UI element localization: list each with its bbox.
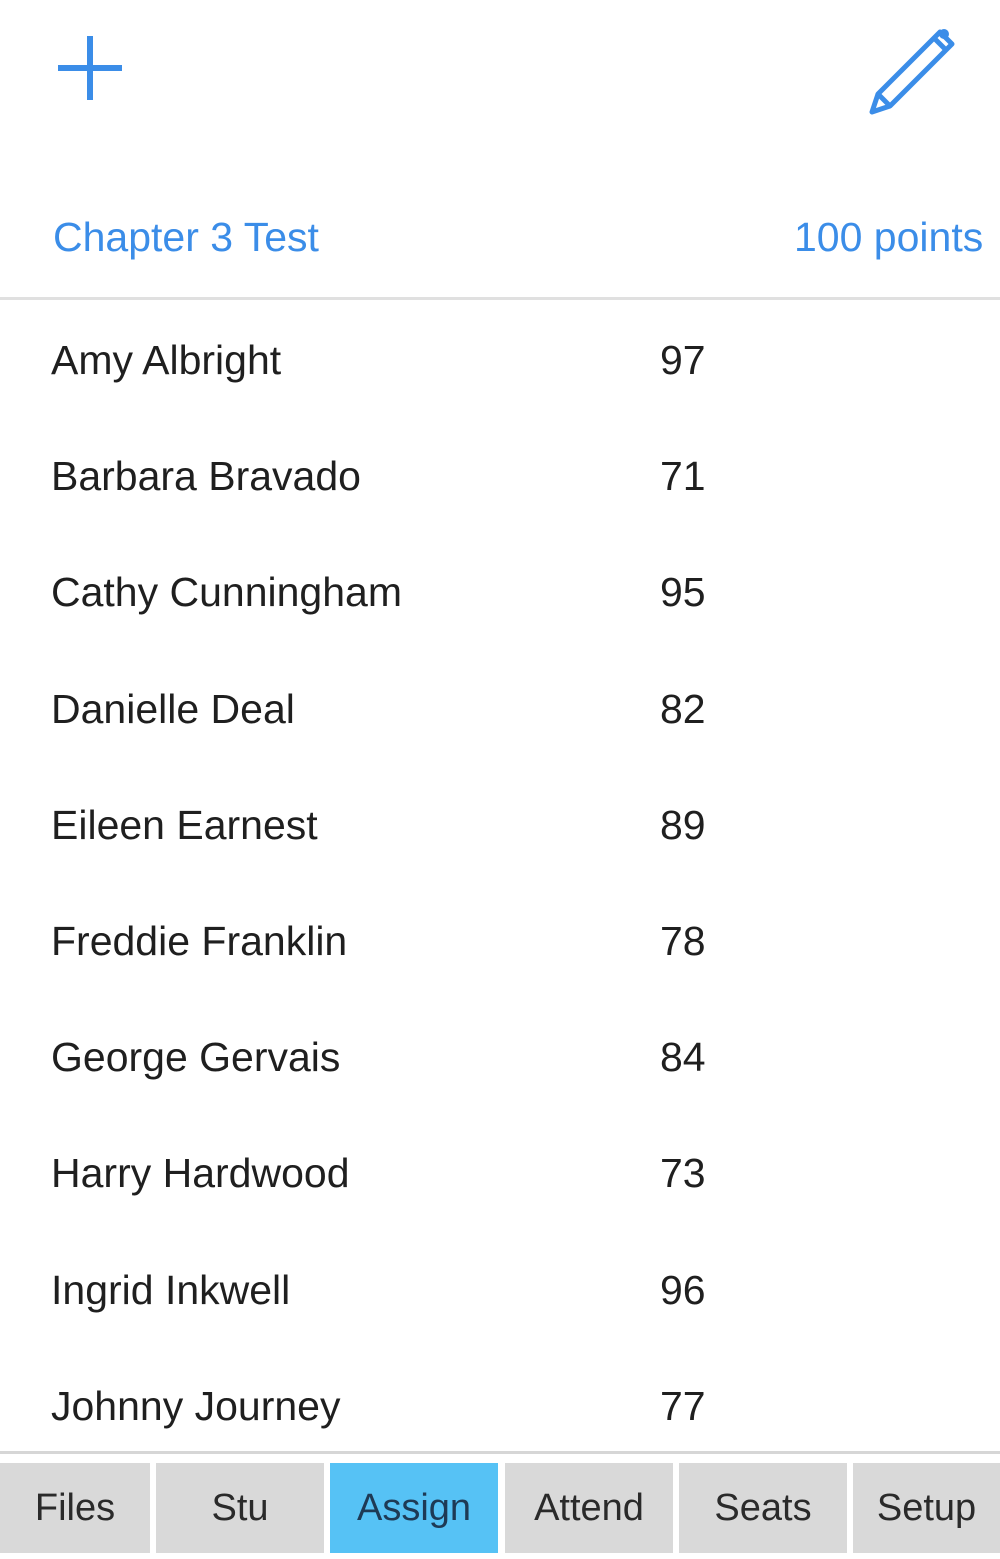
- tab-files[interactable]: Files: [0, 1463, 150, 1553]
- student-score[interactable]: 96: [660, 1267, 706, 1314]
- list-item[interactable]: Harry Hardwood 73: [0, 1116, 1000, 1232]
- student-name: Harry Hardwood: [51, 1150, 350, 1197]
- list-item[interactable]: Amy Albright 97: [0, 303, 1000, 419]
- student-name: George Gervais: [51, 1034, 341, 1081]
- assignment-title[interactable]: Chapter 3 Test: [53, 214, 319, 261]
- student-name: Eileen Earnest: [51, 801, 318, 848]
- student-score[interactable]: 73: [660, 1150, 706, 1197]
- student-score[interactable]: 82: [660, 686, 706, 733]
- student-score[interactable]: 71: [660, 453, 706, 500]
- list-item[interactable]: Cathy Cunningham 95: [0, 535, 1000, 651]
- student-score[interactable]: 95: [660, 569, 706, 616]
- student-name: Danielle Deal: [51, 685, 295, 732]
- student-score[interactable]: 97: [660, 337, 706, 384]
- tab-assign[interactable]: Assign: [330, 1463, 498, 1553]
- student-score[interactable]: 89: [660, 802, 706, 849]
- student-name: Amy Albright: [51, 337, 282, 383]
- list-item[interactable]: Danielle Deal 82: [0, 652, 1000, 768]
- list-item[interactable]: George Gervais 84: [0, 1000, 1000, 1116]
- toolbar: [0, 0, 1000, 170]
- tab-setup[interactable]: Setup: [853, 1463, 1000, 1553]
- student-score[interactable]: 78: [660, 918, 706, 965]
- student-score[interactable]: 77: [660, 1383, 706, 1430]
- list-item[interactable]: Ingrid Inkwell 96: [0, 1233, 1000, 1349]
- student-name: Ingrid Inkwell: [51, 1266, 291, 1313]
- student-name: Freddie Franklin: [51, 917, 348, 964]
- list-item[interactable]: Barbara Bravado 71: [0, 419, 1000, 535]
- student-list: Amy Albright 97 Barbara Bravado 71 Cathy…: [0, 303, 1000, 1451]
- tab-attend[interactable]: Attend: [505, 1463, 673, 1553]
- student-name: Barbara Bravado: [51, 453, 361, 500]
- student-score[interactable]: 84: [660, 1034, 706, 1081]
- tab-students[interactable]: Stu: [156, 1463, 324, 1553]
- assignment-points: 100 points: [794, 214, 984, 260]
- list-item[interactable]: Eileen Earnest 89: [0, 768, 1000, 884]
- student-name: Johnny Journey: [51, 1382, 341, 1429]
- plus-icon[interactable]: [48, 28, 132, 112]
- pencil-icon[interactable]: [860, 20, 964, 120]
- tab-seats[interactable]: Seats: [679, 1463, 847, 1553]
- assignment-header[interactable]: Chapter 3 Test 100 points: [0, 200, 1000, 300]
- list-item[interactable]: Freddie Franklin 78: [0, 884, 1000, 1000]
- tab-bar: Files Stu Assign Attend Seats Setup: [0, 1451, 1000, 1559]
- list-item[interactable]: Johnny Journey 77: [0, 1349, 1000, 1451]
- student-name: Cathy Cunningham: [51, 569, 402, 616]
